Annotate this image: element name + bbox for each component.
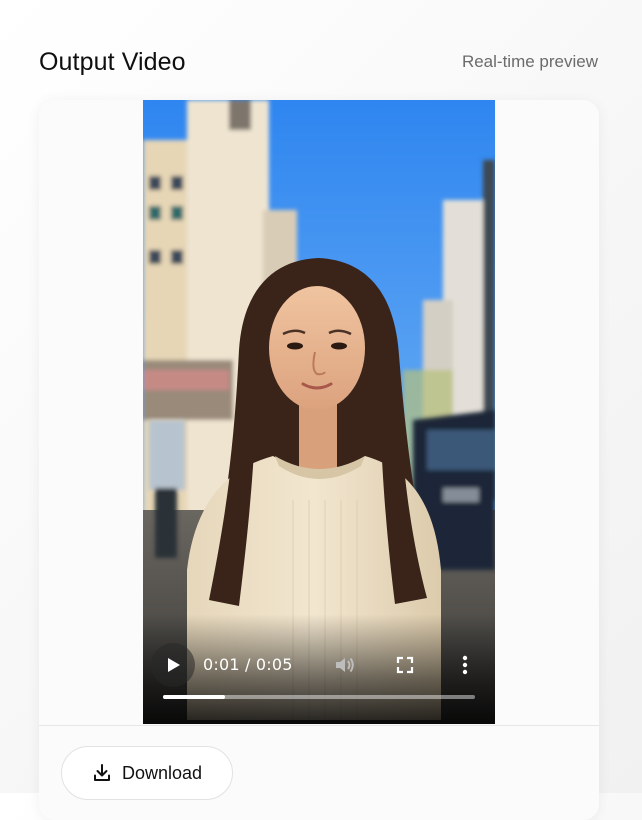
download-icon: [93, 764, 110, 781]
time-display: 0:01 / 0:05: [203, 655, 293, 674]
page-title: Output Video: [39, 47, 186, 76]
fullscreen-button[interactable]: [393, 653, 417, 677]
controls-overlay: [143, 614, 495, 724]
play-button[interactable]: [151, 643, 195, 687]
preview-subtitle: Real-time preview: [461, 52, 598, 71]
download-button[interactable]: Download: [61, 746, 233, 800]
play-icon: [168, 658, 180, 672]
video-card: 0:01 / 0:05 Download: [39, 100, 599, 820]
card-divider: [39, 725, 599, 726]
more-options-button[interactable]: [453, 653, 477, 677]
more-options-icon: [462, 655, 468, 675]
section-header: Output Video Real-time preview: [39, 44, 598, 80]
fullscreen-icon: [396, 656, 414, 674]
volume-button[interactable]: [333, 653, 357, 677]
progress-bar[interactable]: [163, 695, 475, 699]
progress-fill: [163, 695, 226, 699]
video-player[interactable]: 0:01 / 0:05: [143, 100, 495, 724]
volume-icon: [336, 657, 354, 673]
download-label: Download: [121, 762, 203, 783]
